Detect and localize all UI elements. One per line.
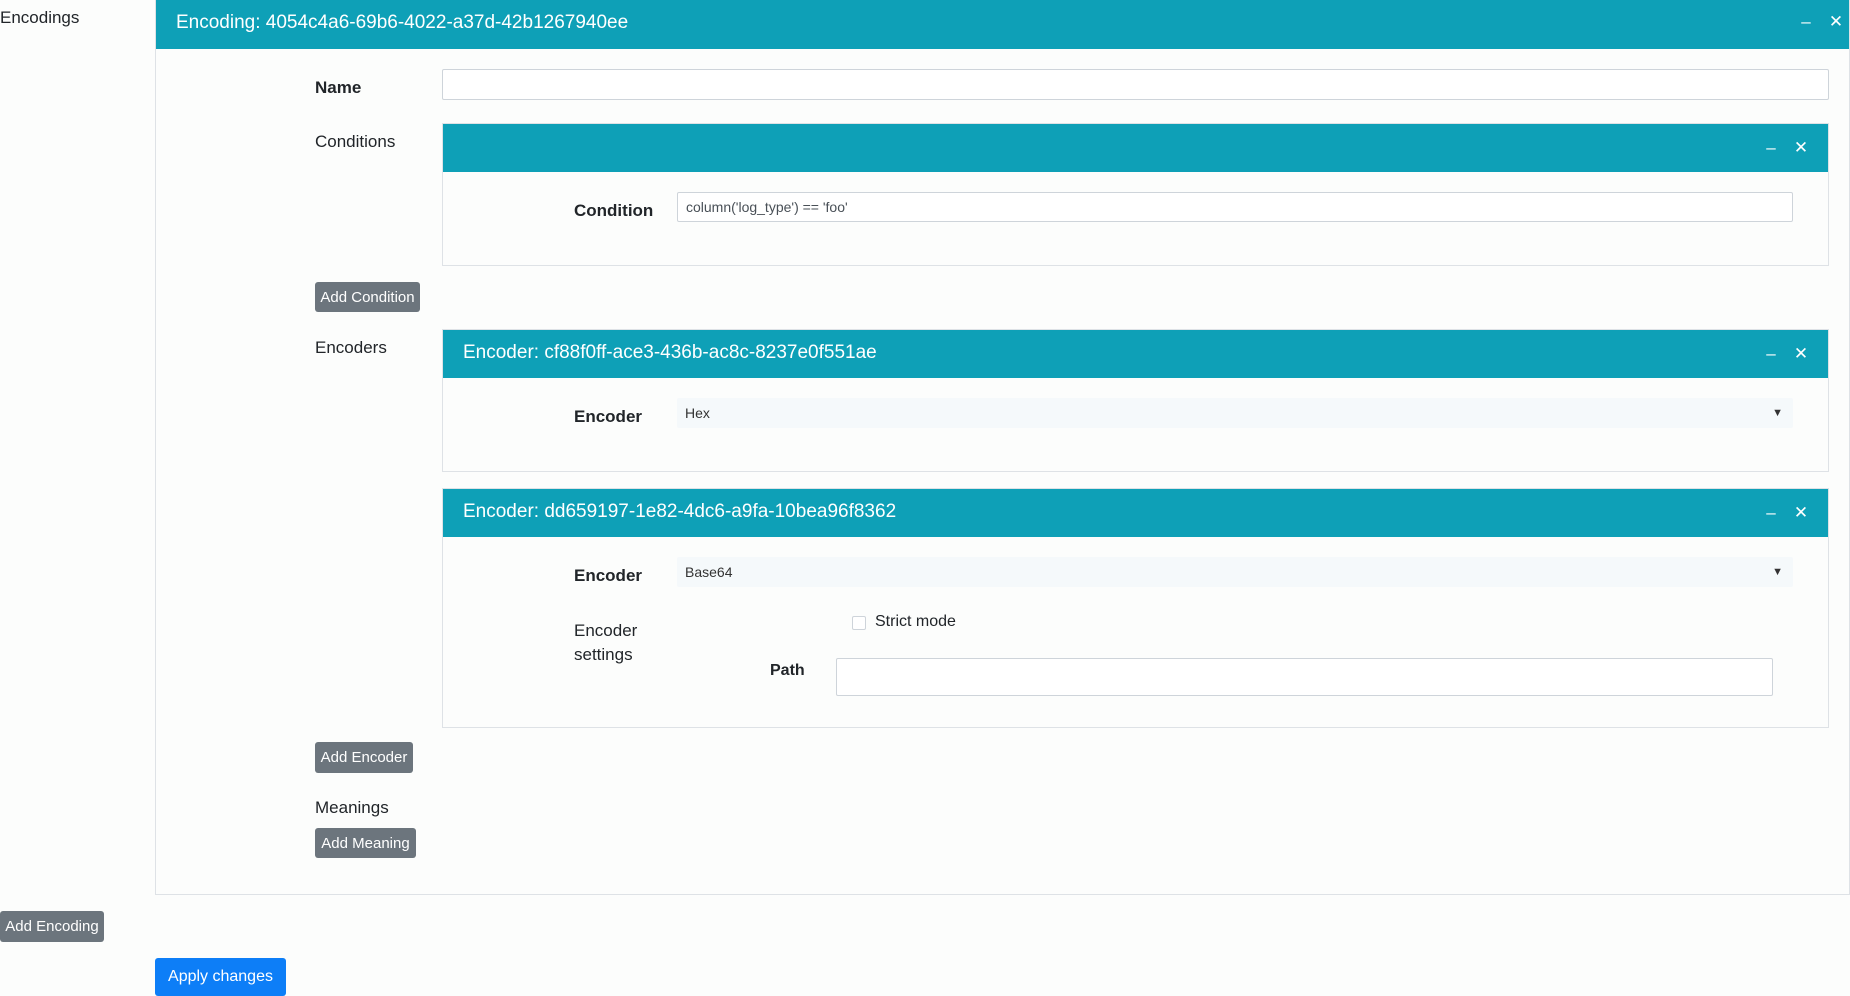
close-icon[interactable]: ✕ [1826,12,1846,32]
encoder-panel-2-header: Encoder: dd659197-1e82-4dc6-a9fa-10bea96… [443,489,1828,537]
sidebar-title: Encodings [0,8,80,27]
strict-mode-label: Strict mode [875,613,956,630]
strict-mode-checkbox[interactable] [852,616,866,630]
encoder-2-title: Encoder: dd659197-1e82-4dc6-a9fa-10bea96… [463,501,897,522]
add-condition-button[interactable]: Add Condition [315,282,420,312]
close-icon[interactable]: ✕ [1791,344,1811,364]
encoder-2-selected: Base64 [685,564,733,580]
encoders-label: Encoders [315,338,387,357]
meanings-label: Meanings [315,798,389,817]
encoding-panel-header: Encoding: 4054c4a6-69b6-4022-a37d-42b126… [156,0,1849,49]
close-icon[interactable]: ✕ [1791,138,1811,158]
add-encoder-button[interactable]: Add Encoder [315,742,413,773]
close-icon[interactable]: ✕ [1791,503,1811,523]
encoder-settings-line-1: Encoder [574,621,638,640]
condition-panel-header: – ✕ [443,124,1828,172]
add-meaning-button[interactable]: Add Meaning [315,828,416,858]
minimize-icon[interactable]: – [1796,12,1816,32]
minimize-icon[interactable]: – [1761,503,1781,523]
name-label: Name [315,78,362,97]
chevron-down-icon: ▼ [1772,566,1783,578]
encoder-settings-label: Encoder settings [574,619,637,667]
add-encoding-button[interactable]: Add Encoding [0,911,104,942]
encoder-1-select[interactable]: Hex ▼ [677,398,1793,428]
apply-changes-button[interactable]: Apply changes [155,958,286,996]
path-label: Path [770,662,805,679]
encoder-1-label: Encoder [574,407,643,426]
encoder-1-title: Encoder: cf88f0ff-ace3-436b-ac8c-8237e0f… [463,342,877,363]
encoder-1-selected: Hex [685,405,710,421]
conditions-label: Conditions [315,132,396,151]
encoder-panel-1-header: Encoder: cf88f0ff-ace3-436b-ac8c-8237e0f… [443,330,1828,378]
name-input[interactable] [442,69,1829,100]
encoder-2-select[interactable]: Base64 ▼ [677,557,1793,587]
encoder-settings-line-2: settings [574,645,633,664]
condition-label: Condition [574,201,654,220]
encoding-title: Encoding: 4054c4a6-69b6-4022-a37d-42b126… [176,12,629,33]
encoder-2-label: Encoder [574,566,643,585]
minimize-icon[interactable]: – [1761,138,1781,158]
chevron-down-icon: ▼ [1772,407,1783,419]
condition-input[interactable] [677,192,1793,222]
path-input[interactable] [836,658,1773,696]
minimize-icon[interactable]: – [1761,344,1781,364]
